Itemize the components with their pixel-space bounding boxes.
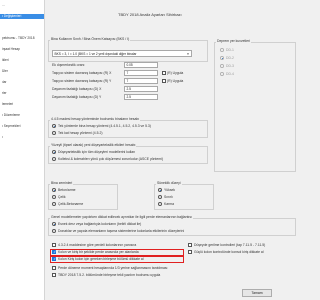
field-label: Taşıyıcı sistem davranış katsayısı (R) X [52, 71, 112, 75]
soil-class-legend: Bina zeminleri [50, 181, 74, 185]
radio-button[interactable] [158, 195, 162, 199]
sidebar-item[interactable]: rler [0, 91, 44, 96]
sidebar-item[interactable]: irşaat Hesap [0, 47, 44, 52]
sidebar: ... ı Değişkenleri pektrumu - TBDY 2018 irş… [0, 0, 45, 300]
sidebar-item[interactable]: pektrumu - TBDY 2018 [0, 36, 44, 41]
radio-button[interactable] [52, 124, 56, 128]
field-checkbox[interactable] [162, 79, 166, 83]
radio-label: Çelik [58, 195, 66, 199]
radio-label: Kolleksi & kolerablerı yönü çok düşürmes… [58, 157, 163, 161]
radio-button[interactable] [52, 202, 56, 206]
ok-button[interactable]: Tamam [242, 289, 272, 297]
radio-label: Karma [164, 202, 174, 206]
field-input[interactable]: 7 [124, 70, 158, 76]
chevron-down-icon: ▼ [186, 52, 190, 56]
field-label: Dayanım fazlalığı katsayısı (D) X [52, 87, 102, 91]
radio-label: DD-4 [226, 72, 234, 76]
foundation-legend: Yüzeyli (tipsel olarak) yeni düşeyarteks… [50, 143, 137, 147]
ductility-group [154, 184, 214, 210]
field-input[interactable]: 0.05 [124, 62, 158, 68]
radio-button[interactable] [52, 229, 56, 233]
sidebar-item[interactable]: ı [0, 135, 44, 140]
radio-button[interactable] [52, 195, 56, 199]
sidebar-item[interactable]: ... [0, 3, 44, 8]
checkbox-label: Güçlü kolon kontrolünde konsol kiriş dik… [194, 250, 264, 254]
design-method-group [48, 120, 208, 138]
radio-button[interactable] [220, 56, 224, 60]
radio-button[interactable] [52, 222, 56, 226]
radio-label: Beton/arme [58, 188, 76, 192]
checkbox[interactable] [52, 266, 56, 270]
checkbox[interactable] [52, 243, 56, 247]
deprem-group [214, 42, 296, 172]
building-class-value: BKS = 3, I = 1.0 (BKS = 1 ve 2 yerli dış… [54, 52, 137, 56]
field-extra-label: (R) Uygula [167, 71, 184, 75]
sidebar-item[interactable]: Üler [0, 69, 44, 74]
field-input[interactable]: 2.5 [124, 86, 158, 92]
field-input[interactable]: 7 [124, 78, 158, 84]
radio-button[interactable] [158, 188, 162, 192]
general-group [48, 218, 296, 236]
sidebar-item[interactable]: ı Seçenekleri [0, 124, 44, 129]
radio-button[interactable] [220, 64, 224, 68]
field-checkbox[interactable] [162, 71, 166, 75]
design-method-legend: 4.4.5 madesi hesap yönteminde bodrumlu b… [50, 117, 141, 121]
radio-label: DD-2 [226, 56, 234, 60]
radio-button[interactable] [52, 131, 56, 135]
field-label: Dayanım fazlalığı katsayısı (D) Y [52, 95, 102, 99]
sidebar-item[interactable]: ılar [0, 80, 44, 85]
radio-label: Tek yöntemle bina hesap yöntemi (4.4.5.1… [58, 124, 151, 128]
building-class-legend: Bina Kullanım Sınıfı / Bina Önem Katsayı… [50, 37, 131, 41]
checkbox-label: TBDY 2018 7.5.2. bölümünde birleşme tekl… [58, 273, 161, 277]
checkbox[interactable] [188, 250, 192, 254]
sidebar-item[interactable]: ı Düzenleme [0, 113, 44, 118]
deprem-legend: Deprem yer kuvvetleri [216, 39, 251, 43]
radio-label: Yüksek [164, 188, 176, 192]
radio-label: Çelik-Betonarme [58, 202, 84, 206]
field-input[interactable]: 2.5 [124, 94, 158, 100]
radio-label: Sınırlı [164, 195, 173, 199]
checkbox-label: Düşeyde gerilme kontrolleri (tap 7.11.5 … [194, 243, 266, 247]
field-label: Ek dışmerkezlik oranı [52, 63, 85, 67]
radio-label: Tek kat hesap yöntemi (4.5.2) [58, 131, 103, 135]
sidebar-item[interactable] [0, 25, 44, 30]
checkbox[interactable] [52, 273, 56, 277]
radio-label: Esnek derz veya bağlantıyla kolonların (… [58, 222, 142, 226]
checkbox-label: Perde döneme moment hesaplarında 1/3 yer… [58, 266, 168, 270]
checkbox[interactable] [188, 243, 192, 247]
sidebar-item[interactable]: ı Değişkenleri [0, 14, 44, 19]
highlight-box [50, 255, 184, 263]
radio-button[interactable] [220, 72, 224, 76]
building-class-select[interactable]: BKS = 3, I = 1.0 (BKS = 1 ve 2 yerli dış… [52, 50, 192, 57]
main-panel: TBDY 2018 Analiz Ayarları Sihirbazı Bina… [46, 0, 300, 300]
radio-button[interactable] [220, 48, 224, 52]
radio-label: Donatılar ve yapıda elemanların taşıma s… [58, 229, 185, 233]
ductility-legend: Süneklik düzeyi [156, 181, 182, 185]
radio-label: Düşeyarteksilik için tüm düşeyleri model… [58, 150, 136, 154]
radio-button[interactable] [158, 202, 162, 206]
sidebar-item[interactable]: lemeleri [0, 102, 44, 107]
field-label: Taşıyıcı sistem davranış katsayısı (R) Y [52, 79, 112, 83]
radio-button[interactable] [52, 150, 56, 154]
general-legend: Genel modellemeler yapılırken dikkat edi… [50, 215, 193, 219]
foundation-group [48, 146, 208, 164]
radio-label: DD-1 [226, 48, 234, 52]
field-extra-label: (R) Uygula [167, 79, 184, 83]
highlight-box [50, 248, 184, 256]
radio-button[interactable] [52, 188, 56, 192]
checkbox-label: 4.3.2.4 maddesine göre perdeli kolonları… [58, 243, 137, 247]
sidebar-item[interactable]: ikleri [0, 58, 44, 63]
radio-label: DD-3 [226, 64, 234, 68]
page-title: TBDY 2018 Analiz Ayarları Sihirbazı [118, 12, 182, 17]
radio-button[interactable] [52, 157, 56, 161]
